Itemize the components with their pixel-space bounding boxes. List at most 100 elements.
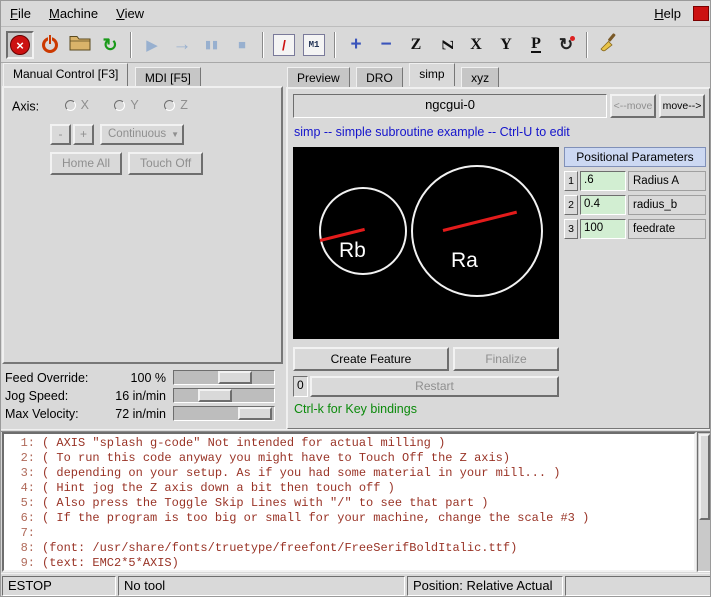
menu-help[interactable]: Help (645, 2, 690, 25)
code-line-number: 7: (4, 526, 42, 541)
tab-xyz[interactable]: xyz (461, 67, 499, 88)
axis-radio-x[interactable]: X (65, 98, 89, 112)
code-line-text: ( depending on your setup. As if you had… (42, 466, 560, 481)
status-estop: ESTOP (2, 576, 116, 596)
axis-radio-y-label: Y (130, 98, 138, 112)
code-line[interactable]: 5: ( Also press the Toggle Skip Lines wi… (4, 496, 694, 511)
tab-mdi[interactable]: MDI [F5] (135, 67, 201, 88)
estop-icon: × (10, 35, 30, 55)
param-value-input[interactable]: 0.4 (580, 195, 626, 215)
code-line-number: 4: (4, 481, 42, 496)
pause-icon: ▮▮ (205, 38, 219, 51)
code-line[interactable]: 1: ( AXIS "splash g-code" Not intended f… (4, 436, 694, 451)
max-velocity-slider[interactable] (173, 406, 275, 421)
finalize-button[interactable]: Finalize (453, 347, 559, 371)
subroutine-description: simp -- simple subroutine example -- Ctr… (294, 125, 570, 139)
positional-parameters-header: Positional Parameters (564, 147, 706, 167)
stop-icon: ■ (238, 37, 246, 52)
touch-off-button[interactable]: Touch Off (128, 152, 203, 175)
tab-preview[interactable]: Preview (287, 67, 350, 88)
home-all-button[interactable]: Home All (50, 152, 122, 175)
machine-power-button[interactable] (36, 31, 64, 59)
code-line[interactable]: 9: (text: EMC2*5*AXIS) (4, 556, 694, 571)
jog-speed-slider[interactable] (173, 388, 275, 403)
tab-manual-control[interactable]: Manual Control [F3] (3, 63, 128, 86)
ngcgui-frame: ngcgui-0 <--move move--> simp -- simple … (286, 87, 711, 430)
view-front-button[interactable]: Y (492, 31, 520, 59)
chevron-down-icon: ▼ (171, 126, 179, 143)
radius-b-label: Rb (339, 239, 366, 263)
step-line-button[interactable]: → (168, 31, 196, 59)
pause-program-button[interactable]: ▮▮ (198, 31, 226, 59)
toolbar-separator (586, 32, 588, 58)
param-row: 2 0.4 radius_b (564, 195, 706, 215)
view-side-button[interactable]: X (462, 31, 490, 59)
subroutine-preview-image: Rb Ra (293, 147, 559, 339)
zoom-in-button[interactable]: + (342, 31, 370, 59)
restart-button[interactable]: Restart (310, 376, 559, 397)
axis-label: Axis: (12, 100, 39, 114)
rotate-view-button[interactable]: ↻ (552, 31, 580, 59)
param-value-input[interactable]: 100 (580, 219, 626, 239)
feed-override-slider[interactable] (173, 370, 275, 385)
code-line[interactable]: 2: ( To run this code anyway you might h… (4, 451, 694, 466)
ngcgui-title-entry[interactable]: ngcgui-0 (293, 94, 607, 118)
menu-view[interactable]: View (107, 2, 153, 25)
move-left-button[interactable]: <--move (610, 94, 656, 118)
jog-speed-label: Jog Speed: (5, 389, 97, 403)
code-line-text: (font: /usr/share/fonts/truetype/freefon… (42, 541, 517, 556)
restart-count-entry[interactable]: 0 (293, 376, 308, 397)
stop-program-button[interactable]: ■ (228, 31, 256, 59)
rotate-red-dot-icon (570, 36, 575, 41)
slider-thumb[interactable] (218, 371, 252, 384)
play-icon: ▶ (146, 36, 158, 54)
menu-file[interactable]: File (1, 2, 40, 25)
jog-mode-dropdown[interactable]: Continuous ▼ (100, 124, 184, 145)
slider-thumb[interactable] (238, 407, 272, 420)
radio-icon (114, 100, 125, 111)
open-file-button[interactable] (66, 31, 94, 59)
code-line-text: ( Also press the Toggle Skip Lines with … (42, 496, 488, 511)
jog-speed-value: 16 in/min (97, 389, 173, 403)
code-scrollbar[interactable] (697, 432, 711, 572)
code-line-number: 3: (4, 466, 42, 481)
jog-minus-button[interactable]: - (50, 124, 71, 145)
slider-thumb[interactable] (198, 389, 232, 402)
manual-control-panel: Manual Control [F3] MDI [F5] Axis: X Y Z (1, 63, 285, 431)
tab-simp[interactable]: simp (409, 63, 454, 86)
left-tab-bar: Manual Control [F3] MDI [F5] (3, 63, 203, 88)
menubar: File Machine View Help (1, 1, 711, 27)
scrollbar-thumb[interactable] (699, 434, 710, 520)
code-line[interactable]: 4: ( Hint jog the Z axis down a bit then… (4, 481, 694, 496)
view-rotated-top-button[interactable]: Z (432, 31, 460, 59)
axis-selector-row: Axis: X Y Z (12, 98, 188, 114)
code-line[interactable]: 6: ( If the program is too big or small … (4, 511, 694, 526)
feed-override-value: 100 % (97, 371, 173, 385)
code-line[interactable]: 7: (4, 526, 694, 541)
code-line[interactable]: 8: (font: /usr/share/fonts/truetype/free… (4, 541, 694, 556)
run-program-button[interactable]: ▶ (138, 31, 166, 59)
code-line-text: ( Hint jog the Z axis down a bit then to… (42, 481, 395, 496)
toggle-skip-lines-button[interactable]: / (270, 31, 298, 59)
menu-machine[interactable]: Machine (40, 2, 107, 25)
axis-radio-y[interactable]: Y (114, 98, 138, 112)
view-perspective-button[interactable]: P (522, 31, 550, 59)
toggle-optional-pause-button[interactable]: M1 (300, 31, 328, 59)
axis-radio-z[interactable]: Z (164, 98, 188, 112)
max-velocity-value: 72 in/min (97, 407, 173, 421)
param-value-input[interactable]: .6 (580, 171, 626, 191)
param-number: 2 (564, 195, 578, 215)
code-line[interactable]: 3: ( depending on your setup. As if you … (4, 466, 694, 481)
home-buttons-row: Home All Touch Off (50, 152, 209, 175)
clear-backplot-button[interactable] (594, 31, 622, 59)
estop-button[interactable]: × (6, 31, 34, 59)
toolbar-separator (334, 32, 336, 58)
view-top-button[interactable]: Z (402, 31, 430, 59)
create-feature-button[interactable]: Create Feature (293, 347, 449, 371)
move-right-button[interactable]: move--> (659, 94, 705, 118)
jog-plus-button[interactable]: + (73, 124, 94, 145)
tab-dro[interactable]: DRO (356, 67, 403, 88)
statusbar: ESTOP No tool Position: Relative Actual (1, 573, 711, 597)
reload-file-button[interactable]: ↻ (96, 31, 124, 59)
zoom-out-button[interactable]: − (372, 31, 400, 59)
